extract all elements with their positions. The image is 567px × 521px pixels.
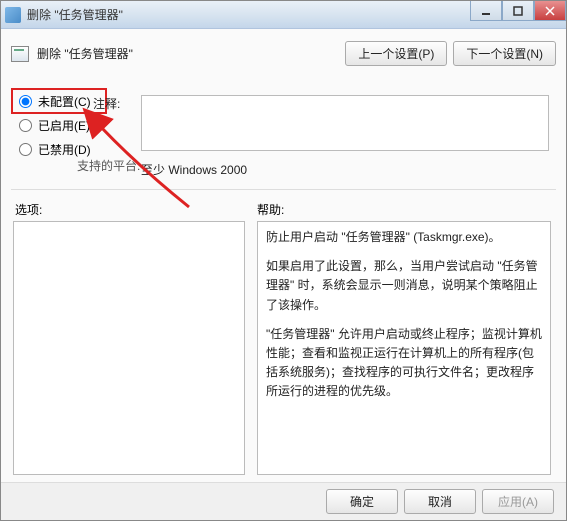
cancel-button[interactable]: 取消 <box>404 489 476 514</box>
comment-textarea[interactable] <box>141 95 549 151</box>
next-setting-button[interactable]: 下一个设置(N) <box>453 41 556 66</box>
separator <box>11 189 556 190</box>
policy-icon <box>11 46 29 62</box>
content-area: 删除 "任务管理器" 上一个设置(P) 下一个设置(N) 未配置(C) 已启用(… <box>1 29 566 482</box>
radio-not-configured-label: 未配置(C) <box>38 93 91 110</box>
nav-buttons: 上一个设置(P) 下一个设置(N) <box>345 41 556 66</box>
header-left: 删除 "任务管理器" <box>11 45 133 62</box>
radio-disabled-label: 已禁用(D) <box>38 141 91 158</box>
maximize-button[interactable] <box>502 1 534 21</box>
minimize-button[interactable] <box>470 1 502 21</box>
radio-not-configured-input[interactable] <box>19 95 32 108</box>
header-row: 删除 "任务管理器" 上一个设置(P) 下一个设置(N) <box>11 37 556 78</box>
button-bar: 确定 取消 应用(A) <box>1 482 566 520</box>
radio-disabled[interactable]: 已禁用(D) <box>15 139 125 159</box>
minimize-icon <box>481 6 491 16</box>
prev-setting-button[interactable]: 上一个设置(P) <box>345 41 447 66</box>
window-controls <box>470 1 566 21</box>
radio-enabled-label: 已启用(E) <box>38 117 90 134</box>
help-paragraph: 防止用户启动 "任务管理器" (Taskmgr.exe)。 <box>266 228 542 247</box>
help-panel: 防止用户启动 "任务管理器" (Taskmgr.exe)。 如果启用了此设置，那… <box>257 221 551 475</box>
radio-enabled[interactable]: 已启用(E) <box>15 115 125 135</box>
radio-disabled-input[interactable] <box>19 143 32 156</box>
apply-button[interactable]: 应用(A) <box>482 489 554 514</box>
help-section-label: 帮助: <box>257 201 284 218</box>
titlebar[interactable]: 删除 "任务管理器" <box>1 1 566 29</box>
close-icon <box>545 6 555 16</box>
radio-enabled-input[interactable] <box>19 119 32 132</box>
help-paragraph: "任务管理器" 允许用户启动或终止程序；监视计算机性能；查看和监视正运行在计算机… <box>266 325 542 402</box>
window-title: 删除 "任务管理器" <box>27 6 123 23</box>
platform-value: 至少 Windows 2000 <box>141 161 247 178</box>
comment-label: 注释: <box>93 95 120 112</box>
close-button[interactable] <box>534 1 566 21</box>
help-paragraph: 如果启用了此设置，那么，当用户尝试启动 "任务管理器" 时，系统会显示一则消息，… <box>266 257 542 315</box>
ok-button[interactable]: 确定 <box>326 489 398 514</box>
maximize-icon <box>513 6 523 16</box>
platform-label: 支持的平台: <box>77 157 140 174</box>
options-panel <box>13 221 245 475</box>
app-icon <box>5 7 21 23</box>
options-section-label: 选项: <box>15 201 42 218</box>
policy-title: 删除 "任务管理器" <box>37 45 133 62</box>
dialog-window: 删除 "任务管理器" 删除 "任务管理器" 上一个设置(P) 下一个设置(N) <box>0 0 567 521</box>
